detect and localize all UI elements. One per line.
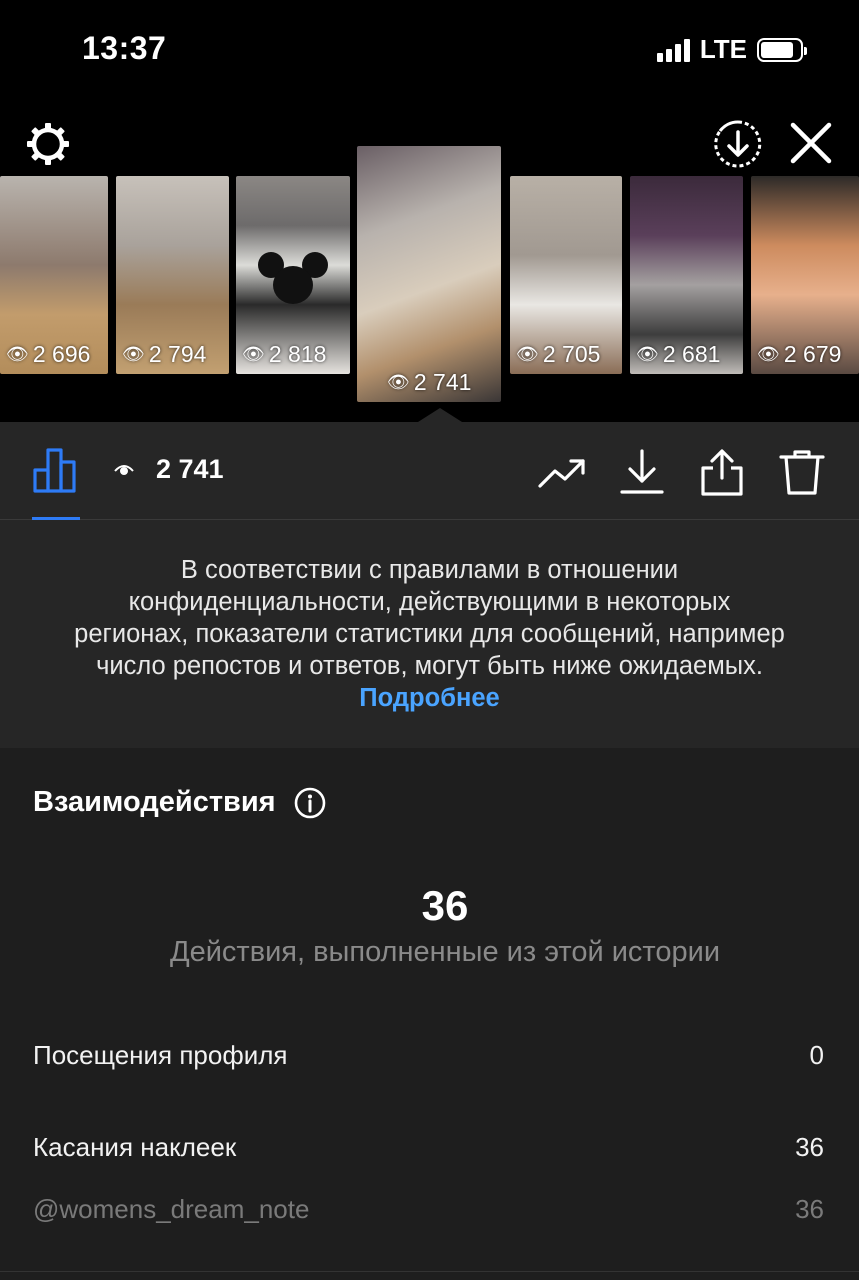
network-type: LTE bbox=[699, 34, 747, 64]
divider bbox=[0, 1271, 859, 1272]
bar-chart-icon[interactable] bbox=[32, 446, 80, 494]
thumbnail-views: 👁 2 794 bbox=[122, 341, 207, 367]
eye-icon: 👁 bbox=[757, 344, 780, 364]
interactions-title: Взаимодействия bbox=[33, 786, 276, 818]
eye-icon: 👁 bbox=[636, 344, 659, 364]
thumbnail-views: 👁 2 679 bbox=[757, 341, 842, 367]
row-label: Посещения профиля bbox=[33, 1040, 288, 1070]
story-toolbar: 2 741 bbox=[0, 422, 859, 520]
views-count: 2 741 bbox=[114, 454, 224, 485]
eye-icon: 👁 bbox=[122, 344, 145, 364]
row-label: @womens_dream_note bbox=[33, 1194, 310, 1224]
close-icon[interactable] bbox=[786, 118, 836, 168]
gear-icon[interactable] bbox=[24, 120, 72, 168]
signal-icon bbox=[656, 38, 690, 62]
thumbnail-views: 👁 2 741 bbox=[387, 369, 472, 395]
profile-visits-row[interactable]: Посещения профиля 0 bbox=[33, 1040, 824, 1071]
story-thumbnail[interactable]: 👁 2 679 bbox=[751, 176, 859, 374]
battery-icon bbox=[757, 37, 807, 62]
story-thumbnail[interactable]: 👁 2 818 bbox=[236, 176, 350, 374]
thumbnail-views: 👁 2 696 bbox=[6, 341, 91, 367]
mention-sticker-row[interactable]: @womens_dream_note 36 bbox=[33, 1194, 824, 1225]
status-bar: 13:37 LTE bbox=[0, 0, 859, 100]
mickey-graphic bbox=[258, 252, 328, 304]
privacy-notice-text: В соответствии с правилами в отношении к… bbox=[74, 556, 785, 680]
eye-icon bbox=[114, 464, 134, 475]
row-value: 36 bbox=[795, 1194, 824, 1224]
download-icon[interactable] bbox=[618, 448, 666, 496]
trash-icon[interactable] bbox=[778, 448, 826, 496]
trend-up-icon[interactable] bbox=[538, 448, 586, 496]
story-thumbnail[interactable]: 👁 2 696 bbox=[0, 176, 108, 374]
row-label: Касания наклеек bbox=[33, 1132, 237, 1162]
thumbnail-views: 👁 2 705 bbox=[516, 341, 601, 367]
privacy-notice: В соответствии с правилами в отношении к… bbox=[0, 520, 859, 748]
story-strip: 👁 2 696 👁 2 794 👁 2 818 👁 2 741 👁 2 705 👁 2 68… bbox=[0, 100, 859, 422]
thumbnail-views: 👁 2 818 bbox=[242, 341, 327, 367]
story-thumbnail[interactable]: 👁 2 794 bbox=[116, 176, 229, 374]
learn-more-link[interactable]: Подробнее bbox=[359, 684, 499, 712]
interactions-caption: Действия, выполненные из этой истории bbox=[169, 936, 721, 968]
status-time: 13:37 bbox=[82, 30, 167, 66]
interactions-section: Взаимодействия 36 Действия, выполненные … bbox=[0, 748, 859, 1280]
eye-icon: 👁 bbox=[6, 344, 29, 364]
eye-icon: 👁 bbox=[387, 372, 410, 392]
views-count-value: 2 741 bbox=[156, 454, 224, 484]
status-indicators: LTE bbox=[656, 34, 807, 65]
story-thumbnail[interactable]: 👁 2 681 bbox=[630, 176, 743, 374]
thumbnail-views: 👁 2 681 bbox=[636, 341, 721, 367]
story-thumbnail-selected[interactable]: 👁 2 741 bbox=[357, 146, 501, 402]
row-value: 0 bbox=[809, 1040, 824, 1070]
story-thumbnail[interactable]: 👁 2 705 bbox=[510, 176, 622, 374]
interactions-total: 36 bbox=[421, 882, 469, 929]
row-value: 36 bbox=[795, 1132, 824, 1162]
eye-icon: 👁 bbox=[516, 344, 539, 364]
info-icon[interactable] bbox=[294, 787, 326, 819]
download-circle-icon[interactable] bbox=[712, 118, 764, 170]
eye-icon: 👁 bbox=[242, 344, 265, 364]
share-icon[interactable] bbox=[698, 448, 746, 496]
selection-pointer bbox=[418, 408, 462, 422]
sticker-taps-row[interactable]: Касания наклеек 36 bbox=[33, 1132, 824, 1163]
section-title: Взаимодействия bbox=[33, 786, 326, 819]
